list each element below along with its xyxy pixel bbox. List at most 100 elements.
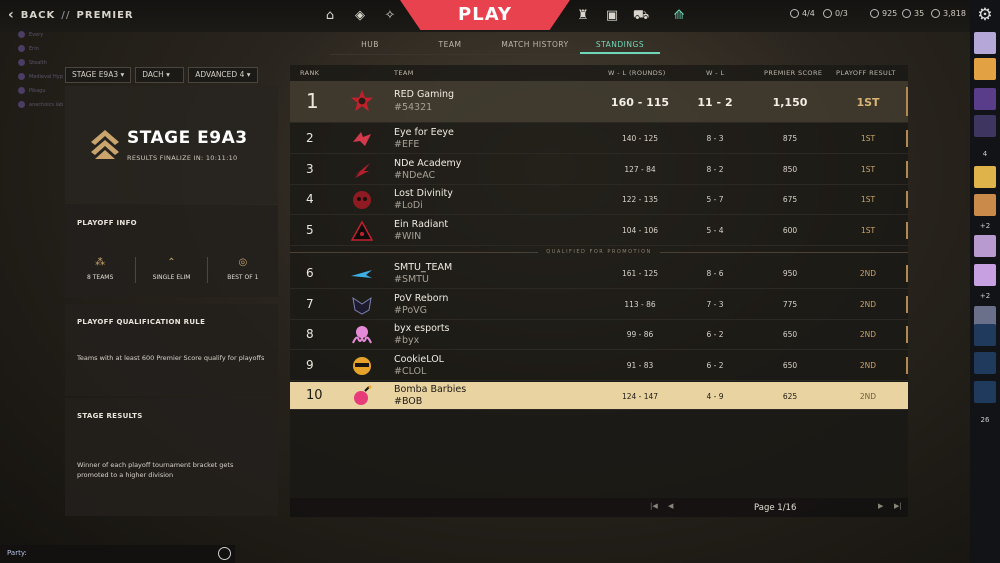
- col-rank: RANK: [300, 69, 320, 77]
- ghost-friend: anechoics lab: [18, 98, 63, 112]
- col-playoff-result: PLAYOFF RESULT: [836, 69, 896, 77]
- table-row[interactable]: 8 byx esports #byx 99 - 86 6 - 2 650 2ND: [290, 320, 908, 350]
- agents-value: 4/4: [802, 9, 815, 18]
- table-row[interactable]: 7 PoV Reborn #PoVG 113 - 86 7 - 3 775 2N…: [290, 290, 908, 320]
- next-page-button[interactable]: ▶: [878, 502, 883, 510]
- separator-line: [659, 251, 909, 253]
- row-accent: [906, 161, 908, 178]
- wl-rounds: 140 - 125: [621, 134, 659, 143]
- ghost-friend: Every: [18, 28, 63, 42]
- friend-avatar[interactable]: [974, 32, 996, 54]
- wl: 8 - 3: [706, 134, 724, 143]
- team-logo-jet-icon: [350, 262, 374, 286]
- stage-select[interactable]: STAGE E9A3 ▾: [65, 67, 132, 83]
- rank: 2: [306, 131, 314, 145]
- wl: 5 - 7: [706, 195, 724, 204]
- table-row[interactable]: 3 NDe Academy #NDeAC 127 - 84 8 - 2 850 …: [290, 155, 908, 185]
- kc-stat[interactable]: 3,818: [931, 9, 966, 18]
- premier-score: 950: [782, 269, 798, 278]
- top-bar: ‹ BACK // PREMIER ⌂ ◈ ✧ PLAY ♜ ▣ ⛟ ⟰ 4/4…: [0, 0, 970, 32]
- friend-avatar[interactable]: [974, 58, 996, 80]
- back-button[interactable]: ‹ BACK // PREMIER: [8, 7, 134, 23]
- party-bar: Party:: [0, 545, 235, 563]
- table-row[interactable]: 9 CookieLOL #CLOL 91 - 83 6 - 2 650 2ND: [290, 351, 908, 381]
- premier-score: 1,150: [772, 96, 808, 109]
- ghost-friend: Stealth: [18, 56, 63, 70]
- team-tag: #EFE: [394, 139, 420, 150]
- agents-icon: [790, 9, 799, 18]
- kingdom-credits-icon: [931, 9, 940, 18]
- playoff-result: 1ST: [860, 134, 876, 143]
- stage-results-panel: STAGE RESULTS: [65, 398, 278, 516]
- team-tag: #LoDi: [394, 200, 423, 211]
- team-tag: #PoVG: [394, 305, 428, 316]
- premier-icon[interactable]: ◈: [351, 7, 369, 25]
- agents-stat[interactable]: 4/4: [790, 9, 815, 18]
- premier-score: 675: [782, 195, 798, 204]
- table-row[interactable]: 2 Eye for Eeye #EFE 140 - 125 8 - 3 875 …: [290, 124, 908, 154]
- page-indicator: Page 1/16: [754, 503, 797, 513]
- ghost-friend: Medieval Hyp: [18, 70, 63, 84]
- row-accent: [906, 357, 908, 374]
- premier-score: 875: [782, 134, 798, 143]
- playoff-result: 1ST: [860, 226, 876, 235]
- results-countdown: RESULTS FINALIZE IN: 10:11:10: [127, 154, 238, 162]
- friend-avatar[interactable]: [974, 166, 996, 188]
- last-page-button[interactable]: ▶|: [894, 502, 902, 510]
- friend-avatar[interactable]: [974, 381, 996, 403]
- team-name: PoV Reborn: [394, 293, 449, 304]
- qualification-text: Teams with at least 600 Premier Score qu…: [77, 354, 265, 362]
- division-select[interactable]: ADVANCED 4 ▾: [188, 67, 258, 83]
- friend-avatar[interactable]: [974, 88, 996, 110]
- career-icon[interactable]: ✧: [381, 7, 399, 25]
- store-icon[interactable]: ⛟: [632, 7, 650, 25]
- collection-icon[interactable]: ▣: [603, 7, 621, 25]
- home-icon[interactable]: ⌂: [321, 7, 339, 25]
- friend-avatar[interactable]: [974, 264, 996, 286]
- table-row[interactable]: 5 Ein Radiant #WIN 104 - 106 5 - 4 600 1…: [290, 216, 908, 246]
- playoff-result: 2ND: [859, 361, 877, 370]
- vp-stat[interactable]: 925: [870, 9, 897, 18]
- premier-score: 650: [782, 330, 798, 339]
- stage-select-value: STAGE E9A3: [72, 70, 119, 79]
- team-logo-star-icon: [350, 89, 374, 113]
- tab-hub[interactable]: HUB: [330, 37, 410, 54]
- friend-avatar[interactable]: [974, 194, 996, 216]
- friend-avatar[interactable]: [974, 115, 996, 137]
- tab-match-history[interactable]: MATCH HISTORY: [490, 37, 580, 54]
- settings-gear-icon[interactable]: ⚙: [974, 5, 996, 27]
- wl: 6 - 2: [706, 330, 724, 339]
- tab-team[interactable]: TEAM: [410, 37, 490, 54]
- play-tab[interactable]: PLAY: [400, 0, 570, 30]
- playoff-info-row: ⁂ 8 TEAMS ⌃ SINGLE ELIM ◎ BEST OF 1: [65, 245, 278, 295]
- col-wl: W - L: [706, 69, 725, 77]
- col-premier-score: PREMIER SCORE: [764, 69, 823, 77]
- format-label: SINGLE ELIM: [152, 274, 191, 281]
- team-logo-hawk-icon: [350, 127, 374, 151]
- party-label: Party:: [7, 549, 27, 557]
- friend-avatar[interactable]: [974, 235, 996, 257]
- premier-active-icon[interactable]: ⟰: [670, 7, 688, 25]
- friend-avatar[interactable]: [974, 352, 996, 374]
- table-row-my-team[interactable]: 10 Bomba Barbies #BOB 124 - 147 4 - 9 62…: [290, 382, 908, 410]
- team-name: RED Gaming: [394, 89, 455, 100]
- friend-count: +2: [979, 222, 991, 230]
- battlepass-icon[interactable]: ♜: [574, 7, 592, 25]
- playoff-result: 1ST: [856, 96, 880, 109]
- table-row[interactable]: 1 RED Gaming #54321 160 - 115 11 - 2 1,1…: [290, 81, 908, 123]
- prev-page-button[interactable]: ◀: [668, 502, 673, 510]
- tab-standings[interactable]: STANDINGS: [580, 37, 660, 54]
- rank: 8: [306, 327, 314, 341]
- team-name: SMTU_TEAM: [394, 262, 453, 273]
- region-select[interactable]: DACH ▾: [135, 67, 185, 83]
- team-name: Ein Radiant: [394, 219, 449, 230]
- party-invite-icon[interactable]: [218, 547, 231, 560]
- wl: 4 - 9: [706, 392, 724, 401]
- table-row[interactable]: 6 SMTU_TEAM #SMTU 161 - 125 8 - 6 950 2N…: [290, 259, 908, 289]
- friend-avatar[interactable]: [974, 324, 996, 346]
- radianite-stat[interactable]: 35: [902, 9, 924, 18]
- first-page-button[interactable]: |◀: [650, 502, 658, 510]
- contracts-stat[interactable]: 0/3: [823, 9, 848, 18]
- table-row[interactable]: 4 Lost Divinity #LoDi 122 - 135 5 - 7 67…: [290, 185, 908, 215]
- wl-rounds: 99 - 86: [626, 330, 654, 339]
